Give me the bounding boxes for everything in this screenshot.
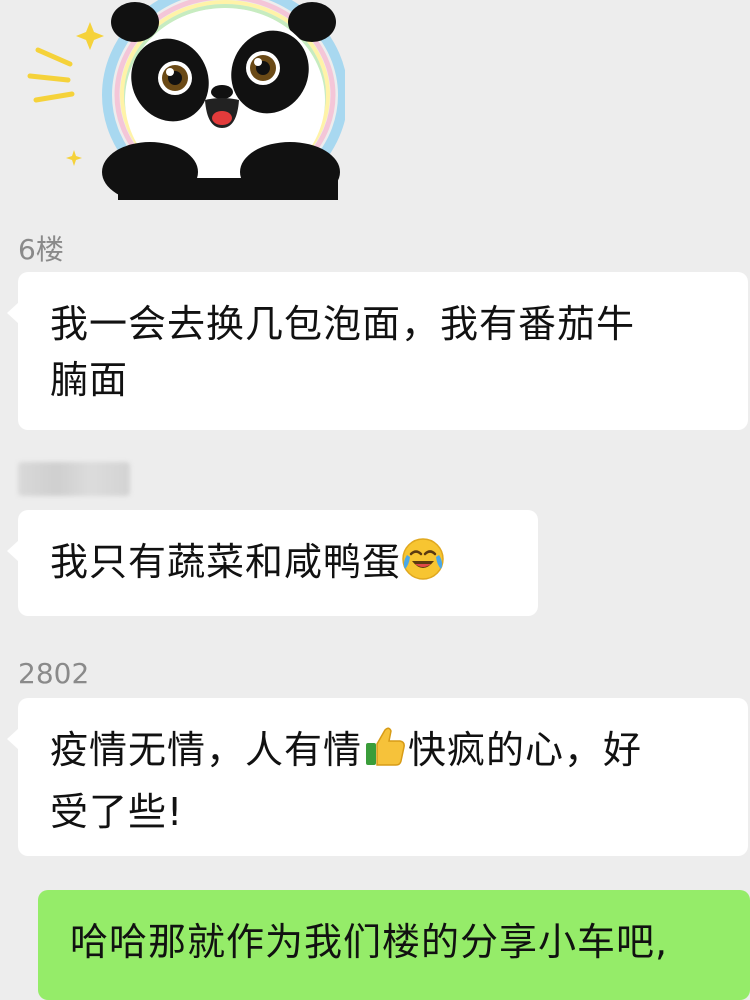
sparkle-rays — [27, 47, 75, 103]
message-text-line: 腩面 — [50, 358, 129, 402]
thumbs-up-icon — [362, 723, 408, 784]
face-with-tears-of-joy-icon — [401, 537, 445, 596]
message-text: 疫情无情，人有情 — [50, 728, 363, 772]
panda-sticker — [27, 0, 345, 200]
message-bubble[interactable]: 我一会去换几包泡面，我有番茄牛 腩面 — [7, 272, 748, 430]
message-bubble-self[interactable]: 哈哈那就作为我们楼的分享小车吧, — [38, 890, 750, 1000]
message-text: 哈哈那就作为我们楼的分享小车吧, — [70, 920, 669, 964]
sender-name: 6楼 — [18, 233, 64, 266]
sender-name-blurred — [18, 462, 130, 496]
message-text-line: 受了些! — [50, 790, 184, 834]
message-text-line: 我一会去换几包泡面，我有番茄牛 — [50, 302, 636, 346]
message-text-line: 疫情无情，人有情 快疯的心，好 — [50, 722, 720, 784]
message-text: 快疯的心，好 — [408, 728, 643, 772]
message-bubble[interactable]: 我只有蔬菜和咸鸭蛋 — [7, 510, 538, 616]
message-text: 我只有蔬菜和咸鸭蛋 — [50, 540, 402, 584]
message-bubble[interactable]: 疫情无情，人有情 快疯的心，好 受了些! — [7, 698, 748, 856]
sender-name: 2802 — [18, 657, 90, 690]
